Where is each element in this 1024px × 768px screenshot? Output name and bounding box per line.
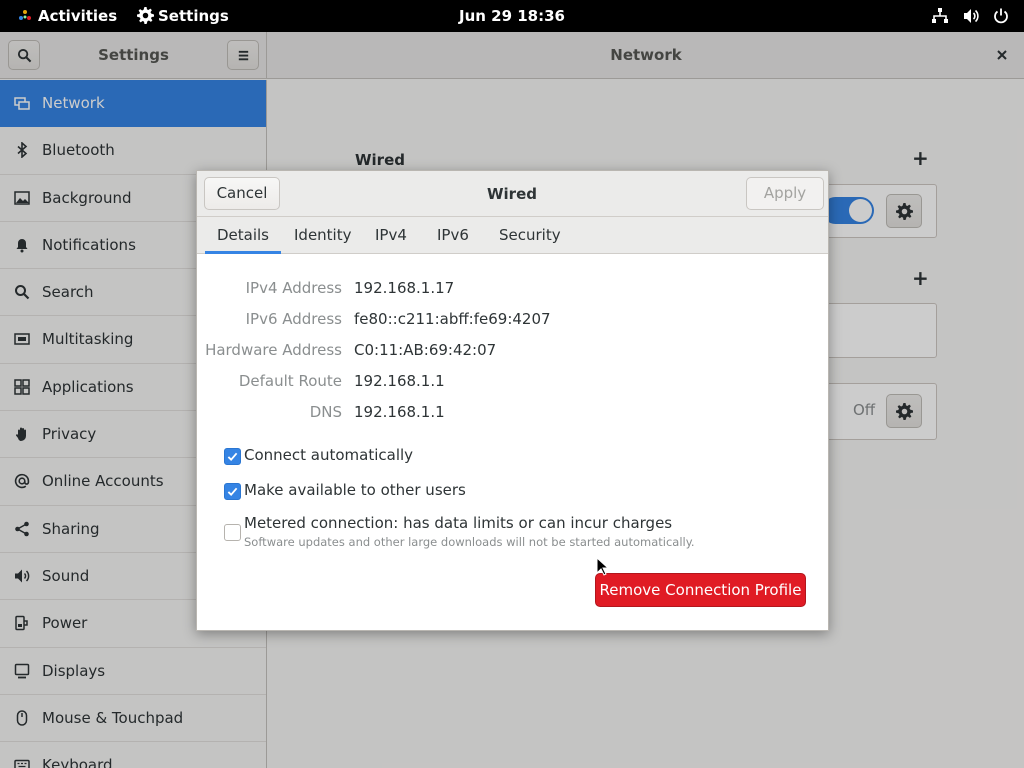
detail-value: 192.168.1.17 [354, 279, 455, 297]
detail-label: IPv6 Address [245, 310, 342, 328]
apply-button[interactable]: Apply [746, 177, 824, 210]
activities-label: Activities [38, 7, 118, 25]
tab-ipv6[interactable]: IPv6 [425, 217, 481, 254]
detail-label: DNS [309, 403, 342, 421]
tab-security[interactable]: Security [487, 217, 573, 254]
dialog-header: Cancel Wired Apply [197, 171, 828, 217]
connect-automatically-label[interactable]: Connect automatically [244, 446, 413, 464]
gear-icon [137, 7, 154, 24]
tab-identity[interactable]: Identity [282, 217, 364, 254]
cancel-button[interactable]: Cancel [204, 177, 280, 210]
wired-connection-dialog: Cancel Wired Apply Details Identity IPv4… [196, 170, 829, 631]
metered-connection-checkbox[interactable] [224, 524, 241, 541]
detail-label: Hardware Address [205, 341, 342, 359]
detail-label: Default Route [238, 372, 342, 390]
detail-row-ipv6: IPv6 Address fe80::c211:abff:fe69:4207 [197, 308, 828, 330]
detail-value: fe80::c211:abff:fe69:4207 [354, 310, 551, 328]
tab-ipv4[interactable]: IPv4 [363, 217, 419, 254]
detail-value: 192.168.1.1 [354, 403, 445, 421]
distro-logo-icon [19, 10, 31, 20]
dialog-title: Wired [487, 185, 537, 203]
top-bar: Activities Settings Jun 29 18:36 [0, 0, 1024, 32]
available-to-all-users-checkbox[interactable] [224, 483, 241, 500]
detail-row-default-route: Default Route 192.168.1.1 [197, 370, 828, 392]
detail-value: 192.168.1.1 [354, 372, 445, 390]
system-tray[interactable] [923, 7, 1010, 25]
clock[interactable]: Jun 29 18:36 [459, 7, 565, 25]
detail-label: IPv4 Address [245, 279, 342, 297]
checkmark-icon [227, 452, 238, 462]
app-menu[interactable]: Settings [137, 0, 229, 32]
wired-network-icon[interactable] [931, 7, 949, 25]
available-to-all-users-label[interactable]: Make available to other users [244, 481, 466, 499]
volume-icon[interactable] [962, 7, 980, 25]
mouse-pointer-icon [596, 557, 608, 576]
detail-row-dns: DNS 192.168.1.1 [197, 401, 828, 423]
detail-row-ipv4: IPv4 Address 192.168.1.17 [197, 277, 828, 299]
connect-automatically-checkbox[interactable] [224, 448, 241, 465]
checkmark-icon [227, 487, 238, 497]
tab-details[interactable]: Details [205, 217, 282, 254]
power-icon[interactable] [992, 7, 1010, 25]
metered-connection-label[interactable]: Metered connection: has data limits or c… [244, 514, 672, 532]
detail-row-hardware-address: Hardware Address C0:11:AB:69:42:07 [197, 339, 828, 361]
detail-value: C0:11:AB:69:42:07 [354, 341, 497, 359]
dialog-tabs: Details Identity IPv4 IPv6 Security [197, 217, 828, 254]
app-menu-label: Settings [158, 7, 229, 25]
activities-button[interactable]: Activities [18, 0, 117, 32]
remove-connection-profile-button[interactable]: Remove Connection Profile [595, 573, 806, 607]
metered-connection-description: Software updates and other large downloa… [244, 535, 695, 549]
